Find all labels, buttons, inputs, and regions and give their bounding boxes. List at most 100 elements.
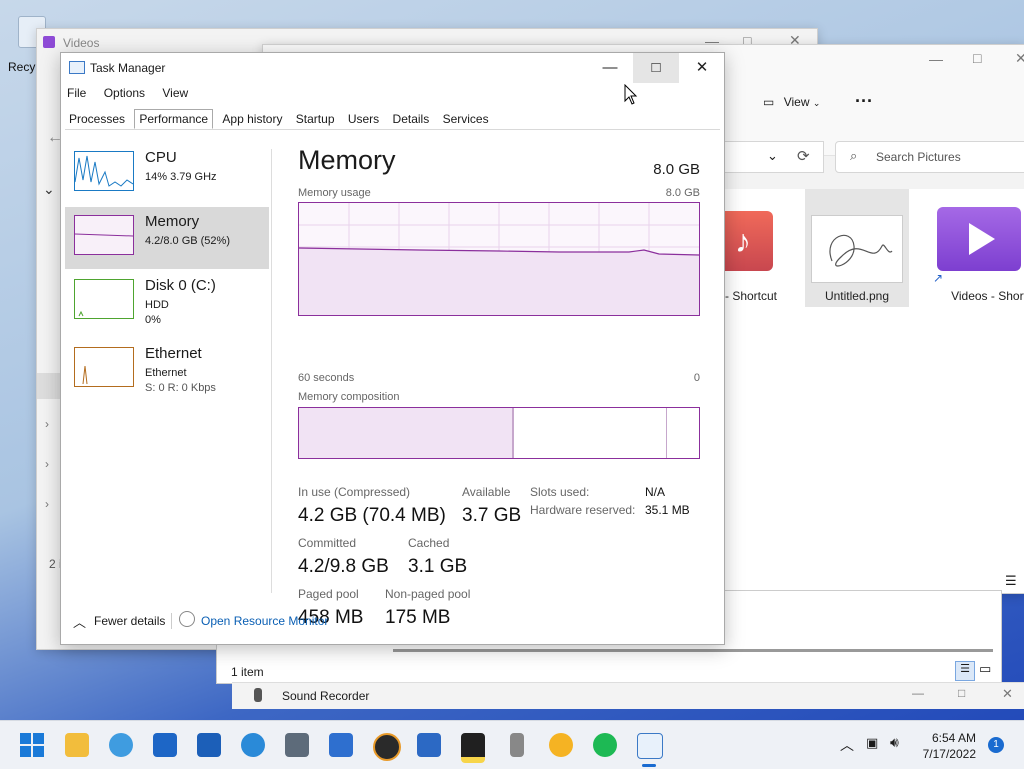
sound-minimize-button[interactable]: — [912,686,924,700]
chevron-up-icon[interactable]: ︿ [73,612,86,631]
close-button[interactable]: ✕ [679,53,725,83]
details-view-button[interactable]: ☰ [955,661,975,681]
menu-bar: File Options View [67,86,202,100]
store-icon[interactable] [329,733,353,757]
open-resource-monitor-link[interactable]: Open Resource Monitor [201,614,328,628]
help-icon[interactable] [241,733,265,757]
network-icon[interactable]: ▣ [866,735,878,751]
title-bar[interactable]: Task Manager — □ ✕ [61,53,724,83]
file-label: Videos - Shortcut [951,289,1024,303]
nav-selected-bar [37,373,61,399]
time-end: 0 [693,372,700,384]
sidebar-sub: Ethernet S: 0 R: 0 Kbps [145,366,216,396]
tab-app-history[interactable]: App history [218,110,286,128]
committed-value: 4.2/9.8 GB [298,556,389,577]
task-manager-window[interactable]: Task Manager — □ ✕ File Options View Pro… [60,52,725,645]
in-use-label: In use (Compressed) [298,485,411,499]
mail-icon[interactable] [153,733,177,757]
window-title: Task Manager [90,61,166,75]
mouse-cursor-icon [624,83,638,109]
tab-services[interactable]: Services [439,110,493,128]
sidebar-line1: 4.2/8.0 GB (52%) [145,235,230,247]
sidebar-item-memory[interactable]: Memory 4.2/8.0 GB (52%) [65,207,269,269]
list-item[interactable]: ↗ Videos - Shortcut [933,189,1024,307]
memory-thumbnail-graph [74,215,134,255]
media-play-icon[interactable] [373,733,401,761]
sidebar-sub: 4.2/8.0 GB (52%) [145,234,230,249]
volume-icon[interactable]: 🔊︎ [890,734,899,751]
sidebar-line1: Ethernet [145,367,187,379]
fewer-details-button[interactable]: Fewer details [94,614,165,628]
refresh-icon[interactable]: ⟳ [797,147,810,165]
sidebar-item-ethernet[interactable]: Ethernet Ethernet S: 0 R: 0 Kbps [65,339,269,401]
taskbar: ︿ ▣ 🔊︎ 6:54 AM 7/17/2022 1 [0,720,1024,769]
sound-close-button[interactable]: ✕ [1002,686,1013,702]
pictures-close-button[interactable]: ✕ [1015,50,1024,67]
voice-recorder-icon[interactable] [510,733,524,757]
media-player-icon[interactable] [197,733,221,757]
sidebar-name: Memory [145,213,200,230]
photos-icon[interactable] [417,733,441,757]
panel-divider [271,149,272,593]
paint-icon[interactable] [109,733,133,757]
paged-pool-label: Paged pool [298,587,359,601]
notification-badge[interactable]: 1 [988,737,1004,753]
menu-file[interactable]: File [67,86,86,100]
memory-capacity: 8.0 GB [653,161,700,178]
list-item[interactable]: Untitled.png [805,189,909,307]
file-explorer-icon[interactable] [65,733,89,757]
camera-icon[interactable] [285,733,309,757]
maximize-button[interactable]: □ [633,53,679,83]
spotify-icon[interactable] [593,733,617,757]
nonpaged-pool-label: Non-paged pool [385,587,471,601]
task-manager-taskbar-icon[interactable] [637,733,663,759]
page-title: Memory [298,145,396,175]
file-list: ♪ - Shortcut Untitled.png ↗ Videos - Sho… [713,189,1024,593]
clock-date: 7/17/2022 [922,747,976,761]
search-input[interactable]: ⌕ Search Pictures [835,141,1024,173]
scroll-track [393,649,993,652]
chevron-right-icon[interactable]: › [45,497,49,511]
tab-details[interactable]: Details [389,110,434,128]
sound-maximize-button[interactable]: □ [958,686,965,700]
chevron-down-icon[interactable]: ⌄ [43,181,55,198]
sidebar-item-cpu[interactable]: CPU 14% 3.79 GHz [65,143,269,205]
tab-processes[interactable]: Processes [65,110,129,128]
start-icon[interactable] [20,733,44,757]
tab-performance[interactable]: Performance [134,109,214,129]
sound-recorder-window[interactable]: Sound Recorder — □ ✕ [232,682,1024,709]
sidebar-item-disk[interactable]: Disk 0 (C:) HDD 0% [65,271,269,333]
file-label: Untitled.png [824,289,890,303]
tab-startup[interactable]: Startup [292,110,339,128]
available-label: Available [462,485,511,499]
chevron-right-icon[interactable]: › [45,457,49,471]
tab-users[interactable]: Users [344,110,383,128]
view-label: View [783,95,810,109]
signature-scribble [829,234,893,267]
menu-options[interactable]: Options [104,86,145,100]
menu-view[interactable]: View [162,86,188,100]
memory-usage-graph [298,202,700,316]
clock[interactable]: 6:54 AM 7/17/2022 [923,730,976,762]
resource-monitor-icon [179,611,195,627]
pictures-maximize-button[interactable]: □ [973,50,981,66]
minimize-button[interactable]: — [587,53,633,83]
pictures-minimize-button[interactable]: — [929,51,943,67]
weather-icon[interactable] [549,733,573,757]
videos-title: Videos [63,36,100,50]
chevron-up-icon[interactable]: ︿ [840,735,854,755]
sidebar-sub: HDD 0% [145,298,169,328]
usage-label: Memory usage [298,187,371,199]
chevron-down-icon: ⌄ [812,98,821,108]
tiles-view-button[interactable]: ▭ [979,661,991,677]
sticky-notes-icon[interactable] [461,733,485,763]
view-button[interactable]: ▭ View ⌄ [763,95,820,109]
cached-value: 3.1 GB [408,556,468,577]
list-view-icon[interactable]: ☰ [1005,573,1017,589]
footer-divider [171,613,172,629]
chevron-right-icon[interactable]: › [45,417,49,431]
sidebar-name: Ethernet [145,345,202,362]
more-options-button[interactable]: ··· [855,91,873,112]
disk-thumbnail-graph [74,279,134,319]
chevron-down-icon[interactable]: ⌄ [767,148,778,164]
